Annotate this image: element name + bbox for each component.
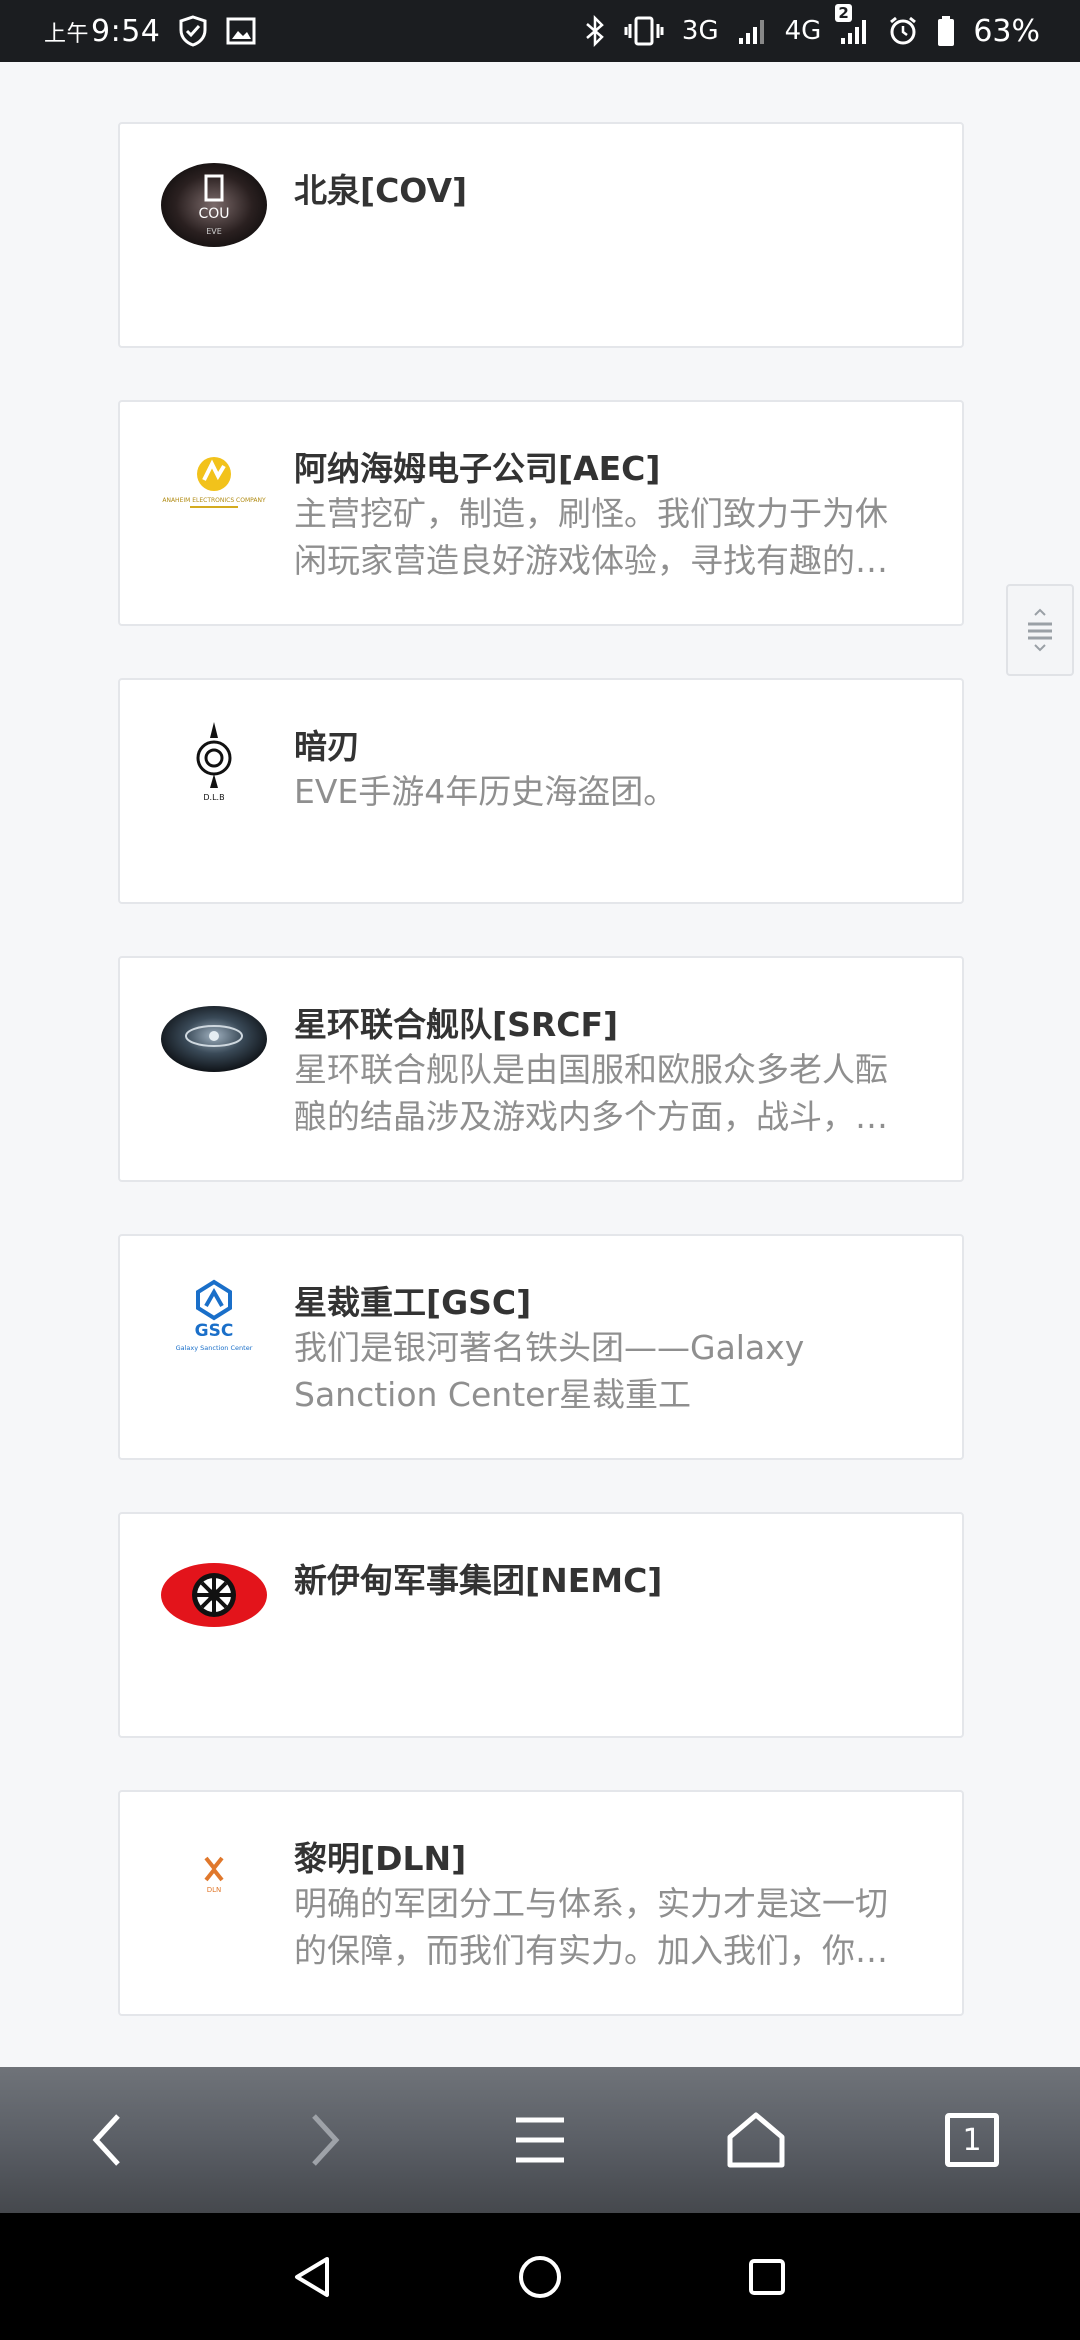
corp-desc: 明确的军团分工与体系，实力才是这一切的保障，而我们有实力。加入我们，你…: [294, 1884, 888, 1970]
nav-back-button[interactable]: [263, 2227, 363, 2327]
gsc-logo-text: GSC: [195, 1321, 234, 1341]
corp-title: 星裁重工[GSC]: [294, 1283, 532, 1322]
time-value: 9:54: [91, 13, 161, 49]
status-right: 3G 4G 2 63%: [584, 4, 1040, 49]
dlb-logo-text: D.L.B: [203, 793, 224, 802]
forward-button[interactable]: [264, 2080, 384, 2200]
android-nav-bar: [0, 2213, 1080, 2340]
corp-desc: 星环联合舰队是由国服和欧服众多老人酝酿的结晶涉及游戏内多个方面，战斗，…: [294, 1050, 888, 1136]
alarm-icon: [887, 15, 919, 47]
signal-1-icon: [737, 16, 767, 46]
scroll-handle[interactable]: [1006, 584, 1074, 676]
tab-count: 1: [962, 2122, 982, 2158]
cov-logo-icon: COU EVE: [160, 162, 268, 248]
corp-list: COU EVE 北泉[COV] ANAHEIM ELECTRONICS COMP…: [0, 62, 1080, 2067]
bluetooth-icon: [584, 15, 606, 47]
corp-card-cov[interactable]: COU EVE 北泉[COV]: [118, 122, 964, 348]
chevron-left-icon: [92, 2114, 120, 2166]
back-button[interactable]: [48, 2080, 168, 2200]
nav-recents-button[interactable]: [717, 2227, 817, 2327]
clock: 上午9:54: [44, 14, 160, 49]
gsc-logo-subtext: Galaxy Sanction Center: [176, 1344, 253, 1352]
corp-card-dln[interactable]: DLN 黎明[DLN] 明确的军团分工与体系，实力才是这一切的保障，而我们有实力…: [118, 1790, 964, 2016]
scroll-lines-icon: [1028, 608, 1052, 652]
vibrate-icon: [624, 16, 664, 46]
network-4g: 4G: [784, 16, 822, 46]
corp-title: 黎明[DLN]: [294, 1839, 467, 1878]
dlb-logo-icon: D.L.B: [160, 718, 268, 804]
tabs-count-icon: 1: [945, 2113, 999, 2167]
cov-logo-subtext: EVE: [206, 227, 222, 236]
network-3g: 3G: [681, 16, 719, 46]
corp-card-nemc[interactable]: 新伊甸军事集团[NEMC]: [118, 1512, 964, 1738]
dln-logo-text: DLN: [207, 1886, 222, 1894]
corp-card-anren[interactable]: D.L.B 暗刃 EVE手游4年历史海盗团。: [118, 678, 964, 904]
browser-toolbar: 1: [0, 2067, 1080, 2213]
home-icon: [727, 2112, 785, 2168]
shield-check-icon: [178, 15, 208, 47]
time-prefix: 上午: [44, 21, 90, 47]
aec-logo-text: ANAHEIM ELECTRONICS COMPANY: [162, 497, 266, 504]
corp-title: 新伊甸军事集团[NEMC]: [294, 1561, 663, 1600]
corp-title: 阿纳海姆电子公司[AEC]: [294, 449, 661, 488]
corp-title: 北泉[COV]: [294, 171, 468, 210]
triangle-back-icon: [295, 2256, 330, 2297]
battery-percent: 63%: [973, 13, 1040, 49]
aec-logo-icon: ANAHEIM ELECTRONICS COMPANY: [160, 440, 268, 526]
hamburger-menu-icon: [516, 2117, 564, 2163]
square-recents-icon: [748, 2258, 785, 2295]
sim2-badge: 2: [835, 4, 852, 22]
chevron-right-icon: [312, 2114, 340, 2166]
gsc-logo-icon: GSC Galaxy Sanction Center: [160, 1274, 268, 1360]
nav-home-button[interactable]: [490, 2227, 590, 2327]
image-icon: [226, 17, 256, 45]
corp-desc: 我们是银河著名铁头团——Galaxy Sanction Center星裁重工: [294, 1328, 805, 1414]
home-button[interactable]: [696, 2080, 816, 2200]
tabs-button[interactable]: 1: [912, 2080, 1032, 2200]
corp-card-gsc[interactable]: GSC Galaxy Sanction Center 星裁重工[GSC] 我们是…: [118, 1234, 964, 1460]
battery-icon: [937, 15, 955, 47]
corp-card-aec[interactable]: ANAHEIM ELECTRONICS COMPANY 阿纳海姆电子公司[AEC…: [118, 400, 964, 626]
corp-title: 暗刃: [294, 727, 360, 766]
cov-logo-text: COU: [198, 206, 229, 222]
corp-card-srcf[interactable]: 星环联合舰队[SRCF] 星环联合舰队是由国服和欧服众多老人酝酿的结晶涉及游戏内…: [118, 956, 964, 1182]
circle-home-icon: [518, 2255, 561, 2298]
corp-title: 星环联合舰队[SRCF]: [294, 1005, 619, 1044]
nemc-logo-icon: [160, 1552, 268, 1638]
menu-button[interactable]: [480, 2080, 600, 2200]
signal-2-icon: 2: [835, 4, 869, 46]
srcf-logo-icon: [160, 996, 268, 1082]
status-left: 上午9:54: [44, 14, 256, 49]
corp-desc: EVE手游4年历史海盗团。: [294, 772, 677, 811]
dln-logo-icon: DLN: [160, 1830, 268, 1916]
corp-desc: 主营挖矿，制造，刷怪。我们致力于为休闲玩家营造良好游戏体验，寻找有趣的…: [294, 494, 888, 580]
status-bar: 上午9:54 3G 4G 2 63%: [0, 0, 1080, 62]
